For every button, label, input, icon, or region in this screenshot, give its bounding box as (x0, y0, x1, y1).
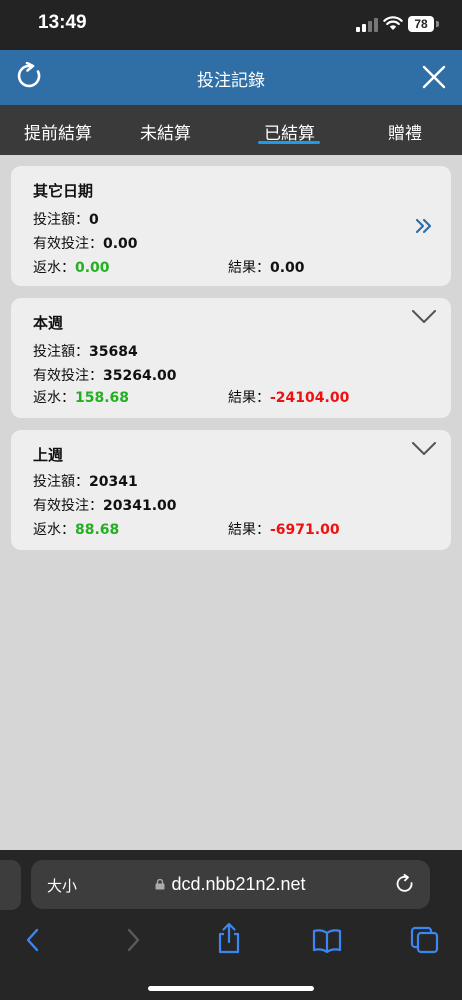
valid-bet-row: 有效投注：35264.00 (33, 365, 177, 385)
valid-bet-row: 有效投注：20341.00 (33, 495, 177, 515)
chevron-down-icon[interactable] (412, 442, 436, 456)
valid-bet-label: 有效投注： (33, 368, 103, 384)
forward-icon[interactable] (118, 926, 148, 954)
status-time: 13:49 (38, 12, 87, 33)
lock-icon (155, 879, 165, 890)
valid-bet-value: 0.00 (103, 236, 138, 252)
valid-bet-value: 35264.00 (103, 368, 177, 384)
valid-bet-label: 有效投注： (33, 236, 103, 252)
result-label: 結果： (228, 260, 270, 276)
card-title: 上週 (33, 446, 64, 464)
tab-early-settlement[interactable]: 提前結算 (24, 119, 92, 144)
card-this-week[interactable]: 本週 投注額：35684 有效投注：35264.00 返水：158.68 結果：… (11, 298, 451, 418)
result-value: -6971.00 (270, 522, 340, 538)
result-label: 結果： (228, 522, 270, 538)
rebate-label: 返水： (33, 522, 75, 538)
rebate-row: 返水：158.68 (33, 387, 129, 407)
result-row: 結果：-24104.00 (228, 387, 349, 407)
url-display[interactable]: dcd.nbb21n2.net (31, 874, 430, 895)
rebate-value: 88.68 (75, 522, 120, 538)
wifi-icon (383, 16, 403, 30)
card-other-dates[interactable]: 其它日期 投注額：0 有效投注：0.00 返水：0.00 結果：0.00 (11, 166, 451, 286)
tabs-icon[interactable] (410, 926, 440, 954)
rebate-value: 0.00 (75, 260, 110, 276)
valid-bet-row: 有效投注：0.00 (33, 233, 138, 253)
page-title: 投注記錄 (197, 71, 265, 91)
bet-amount-value: 20341 (89, 474, 138, 490)
result-row: 結果：0.00 (228, 257, 305, 277)
result-value: -24104.00 (270, 390, 350, 406)
bet-amount-value: 35684 (89, 344, 138, 360)
bet-amount-value: 0 (89, 212, 99, 228)
battery-icon: 78 (408, 16, 434, 32)
valid-bet-value: 20341.00 (103, 498, 177, 514)
rebate-row: 返水：0.00 (33, 257, 110, 277)
share-icon[interactable] (214, 922, 244, 954)
signal-icon (356, 18, 378, 32)
result-row: 結果：-6971.00 (228, 519, 340, 539)
bet-amount-row: 投注額：20341 (33, 471, 138, 491)
card-title: 本週 (33, 314, 64, 332)
close-icon[interactable] (421, 64, 447, 90)
browser-toolbar: 大小 dcd.nbb21n2.net (0, 850, 462, 1000)
bet-amount-label: 投注額： (33, 474, 89, 490)
rebate-label: 返水： (33, 390, 75, 406)
double-chevron-right-icon[interactable] (415, 218, 433, 234)
chevron-down-icon[interactable] (412, 310, 436, 324)
url-text: dcd.nbb21n2.net (171, 874, 306, 894)
bet-amount-label: 投注額： (33, 344, 89, 360)
reload-icon[interactable] (395, 874, 415, 894)
tab-gifts[interactable]: 贈禮 (388, 119, 422, 144)
result-value: 0.00 (270, 260, 305, 276)
card-title: 其它日期 (33, 182, 94, 200)
rebate-row: 返水：88.68 (33, 519, 119, 539)
back-icon[interactable] (18, 926, 48, 954)
rebate-label: 返水： (33, 260, 75, 276)
home-indicator[interactable] (148, 986, 314, 991)
active-tab-indicator (258, 141, 320, 144)
status-bar: 13:49 78 (0, 0, 462, 50)
app-header: 投注記錄 (0, 50, 462, 105)
battery-tip (436, 21, 439, 27)
tab-unsettled[interactable]: 未結算 (140, 119, 191, 144)
card-last-week[interactable]: 上週 投注額：20341 有效投注：20341.00 返水：88.68 結果：-… (11, 430, 451, 550)
bet-amount-row: 投注額：0 (33, 209, 99, 229)
result-label: 結果： (228, 390, 270, 406)
bet-amount-label: 投注額： (33, 212, 89, 228)
address-bar[interactable]: 大小 dcd.nbb21n2.net (31, 860, 430, 909)
rebate-value: 158.68 (75, 390, 130, 406)
previous-tab-preview[interactable] (0, 860, 21, 910)
bet-amount-row: 投注額：35684 (33, 341, 138, 361)
bookmarks-icon[interactable] (312, 926, 342, 954)
valid-bet-label: 有效投注： (33, 498, 103, 514)
tab-bar: 提前結算 未結算 已結算 贈禮 (0, 105, 462, 155)
